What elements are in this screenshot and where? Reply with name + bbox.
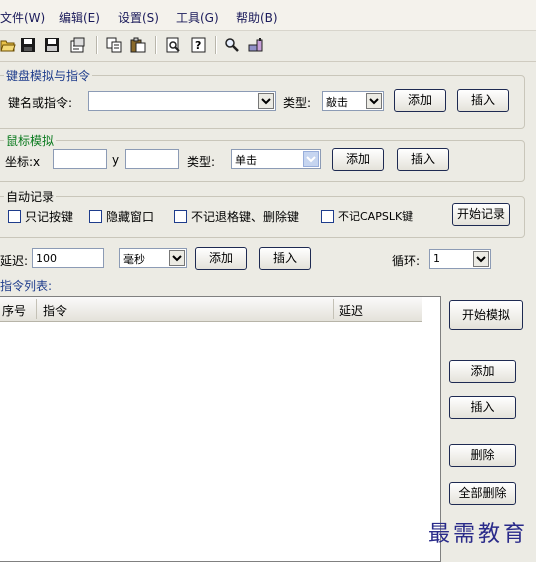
chevron-down-icon[interactable]: [169, 250, 185, 266]
open-folder-icon[interactable]: [0, 37, 16, 53]
checkbox-hide-window[interactable]: [89, 210, 102, 223]
start-simulation-button[interactable]: 开始模拟: [449, 300, 523, 330]
loop-select[interactable]: 1: [429, 249, 491, 269]
list-insert-button[interactable]: 插入: [449, 396, 516, 419]
command-list-header: 序号 指令 延迟: [0, 297, 422, 322]
loop-label: 循环:: [392, 254, 421, 268]
tool-icon[interactable]: [248, 37, 264, 53]
keyboard-group-title: 键盘模拟与指令: [4, 67, 93, 84]
toolbar-separator: [96, 36, 98, 54]
list-add-button[interactable]: 添加: [449, 360, 516, 383]
menu-file[interactable]: 文件(W): [0, 9, 45, 26]
key-name-label: 键名或指令:: [8, 96, 73, 110]
coord-x-label: 坐标:x: [5, 155, 41, 169]
list-delete-all-button[interactable]: 全部删除: [449, 482, 516, 505]
record-group-title: 自动记录: [4, 188, 57, 205]
coord-x-input[interactable]: [53, 149, 107, 169]
save-icon[interactable]: [20, 37, 36, 53]
menu-bar: 文件(W) 编辑(E) 设置(S) 工具(G) 帮助(B): [0, 0, 536, 31]
key-type-label: 类型:: [283, 96, 312, 110]
delay-add-button[interactable]: 添加: [195, 247, 247, 270]
delay-label: 延迟:: [0, 254, 29, 268]
keyboard-add-button[interactable]: 添加: [394, 89, 446, 112]
paste-icon[interactable]: [130, 37, 146, 53]
toolbar: ?: [0, 31, 536, 62]
delay-insert-button[interactable]: 插入: [259, 247, 311, 270]
keyboard-insert-button[interactable]: 插入: [457, 89, 509, 112]
column-divider[interactable]: [36, 299, 37, 319]
copy-icon[interactable]: [106, 37, 122, 53]
menu-edit[interactable]: 编辑(E): [59, 9, 100, 26]
command-list[interactable]: [0, 296, 441, 562]
find-icon[interactable]: [224, 37, 240, 53]
column-header-index[interactable]: 序号: [2, 302, 26, 319]
print-preview-icon[interactable]: [165, 37, 181, 53]
list-delete-button[interactable]: 删除: [449, 444, 516, 467]
checkbox-no-backspace[interactable]: [174, 210, 187, 223]
option-no-capslock: 不记CAPSLK键: [338, 210, 414, 223]
command-list-title: 指令列表:: [0, 279, 53, 293]
option-no-backspace: 不记退格键、删除键: [191, 210, 300, 224]
toolbar-separator: [155, 36, 157, 54]
help-icon[interactable]: ?: [191, 37, 207, 53]
chevron-down-icon[interactable]: [303, 151, 319, 167]
svg-text:?: ?: [195, 39, 201, 52]
toolbar-separator: [215, 36, 217, 54]
mouse-group-title: 鼠标模拟: [4, 132, 57, 149]
start-record-button[interactable]: 开始记录: [452, 203, 510, 226]
delay-unit-select[interactable]: 毫秒: [119, 248, 187, 268]
properties-icon[interactable]: [69, 37, 85, 53]
menu-help[interactable]: 帮助(B): [236, 9, 278, 26]
column-header-delay[interactable]: 延迟: [339, 302, 363, 319]
menu-settings[interactable]: 设置(S): [118, 9, 159, 26]
checkbox-keys-only[interactable]: [8, 210, 21, 223]
coord-y-label: y: [112, 153, 120, 167]
column-divider[interactable]: [333, 299, 334, 319]
coord-y-input[interactable]: [125, 149, 179, 169]
mouse-type-select[interactable]: 单击: [231, 149, 321, 169]
checkbox-no-capslock[interactable]: [321, 210, 334, 223]
mouse-add-button[interactable]: 添加: [332, 148, 384, 171]
chevron-down-icon[interactable]: [366, 93, 382, 109]
mouse-insert-button[interactable]: 插入: [397, 148, 449, 171]
column-header-command[interactable]: 指令: [43, 302, 67, 319]
key-name-combo[interactable]: [88, 91, 276, 111]
option-keys-only: 只记按键: [25, 210, 74, 224]
key-type-select[interactable]: 敲击: [322, 91, 384, 111]
delay-input[interactable]: [32, 248, 104, 268]
mouse-type-label: 类型:: [187, 155, 216, 169]
chevron-down-icon[interactable]: [473, 251, 489, 267]
option-hide-window: 隐藏窗口: [106, 210, 155, 224]
watermark-text: 最需教育: [427, 522, 528, 547]
chevron-down-icon[interactable]: [258, 93, 274, 109]
save-as-icon[interactable]: [44, 37, 60, 53]
menu-tools[interactable]: 工具(G): [176, 9, 219, 26]
